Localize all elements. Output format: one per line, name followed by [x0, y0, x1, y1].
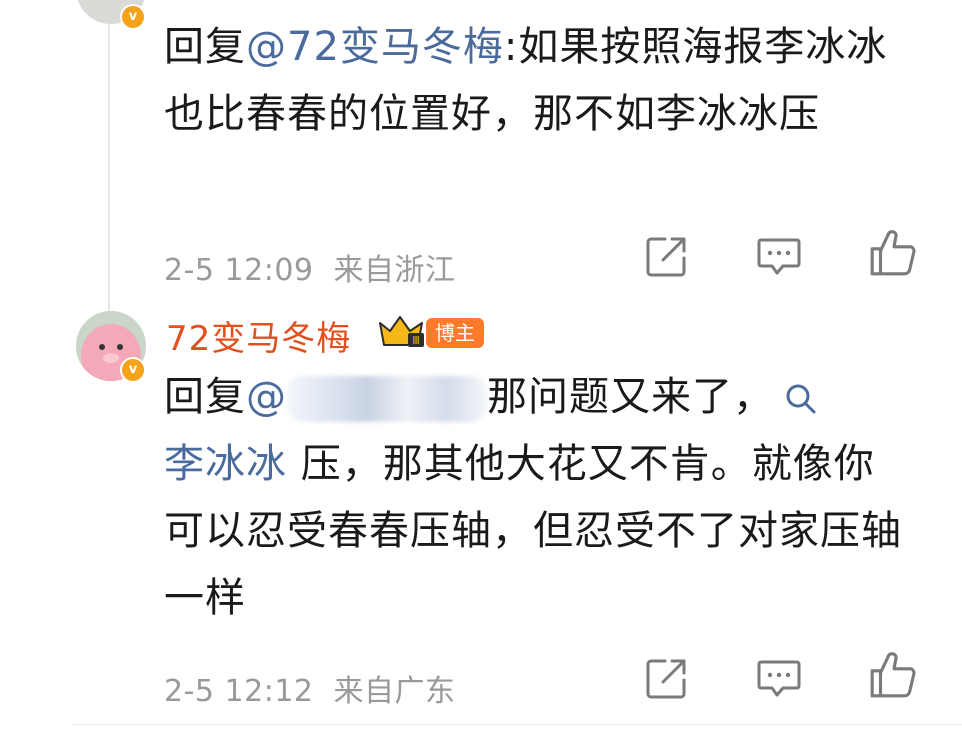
share-button[interactable] [643, 232, 691, 280]
comment-text: 回复@72变马冬梅:如果按照海报李冰冰也比春春的位置好，那不如李冰冰压 [164, 14, 904, 148]
verified-badge: v [120, 357, 146, 383]
verified-badge: v [120, 4, 146, 30]
author-badge: 博主 [426, 318, 484, 348]
thread-line [108, 0, 110, 312]
share-icon [646, 237, 686, 277]
like-button[interactable] [868, 228, 916, 276]
comment-button[interactable] [755, 654, 803, 702]
comment-location: 来自浙江 [333, 253, 456, 288]
comment-icon [757, 238, 801, 275]
crown-icon: Ⅲ [379, 316, 424, 347]
separator: : [503, 24, 519, 70]
comment-body-part1: 那问题又来了， [487, 374, 774, 420]
comment-meta: 2-5 12:12 来自广东 [164, 666, 456, 710]
username[interactable]: 72变马冬梅 [166, 311, 351, 360]
like-icon [870, 230, 916, 276]
comment-location: 来自广东 [333, 674, 456, 709]
comment-time: 2-5 12:12 [164, 674, 314, 709]
comment-icon [757, 660, 801, 697]
share-icon [646, 659, 686, 699]
mention-link[interactable]: @ [246, 374, 287, 420]
like-icon [870, 652, 916, 698]
share-button[interactable] [643, 654, 691, 702]
divider [72, 724, 962, 725]
search-link[interactable]: 李冰冰 [164, 441, 287, 487]
search-link-icon[interactable] [784, 382, 818, 416]
comment-meta: 2-5 12:09 来自浙江 [164, 245, 456, 289]
reply-prefix: 回复 [164, 374, 246, 420]
comment-text: 回复@ 那问题又来了， 李冰冰 压，那其他大花又不肯。就像你可以忍受春春压轴，但忍… [164, 364, 904, 632]
redacted-username [287, 376, 487, 422]
reply-prefix: 回复 [164, 24, 246, 70]
level-badge[interactable]: Ⅲ [376, 313, 428, 349]
level-number: Ⅲ [412, 334, 420, 347]
comment-button[interactable] [755, 232, 803, 280]
search-icon [786, 384, 816, 414]
comment-time: 2-5 12:09 [164, 253, 314, 288]
mention-link[interactable]: @72变马冬梅 [246, 24, 504, 70]
like-button[interactable] [868, 650, 916, 698]
